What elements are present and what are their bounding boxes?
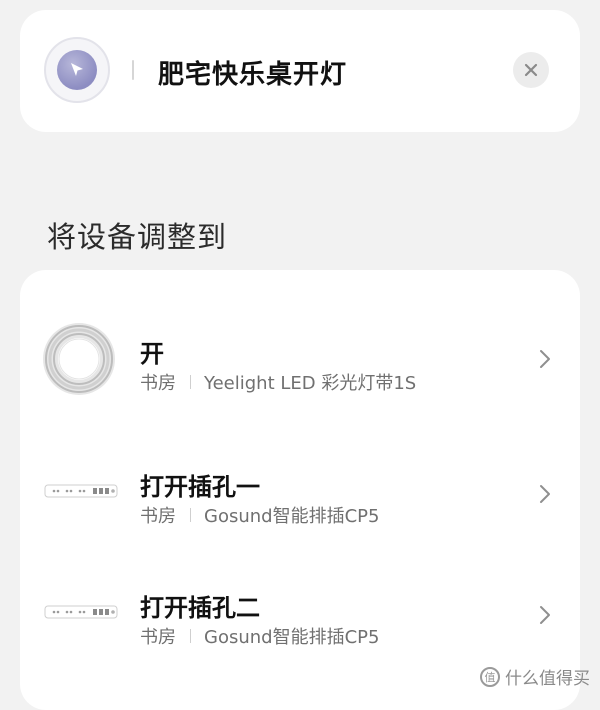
device-list-card: 开 书房 Yeelight LED 彩光灯带1S 打开插孔一 书房 Gosund… xyxy=(20,270,580,710)
power-strip-icon xyxy=(44,483,118,503)
device-meta: 书房 Gosund智能排插CP5 xyxy=(140,623,379,649)
chevron-right-icon xyxy=(538,348,552,374)
device-name: Gosund智能排插CP5 xyxy=(204,506,380,527)
chevron-right-icon xyxy=(538,604,552,630)
power-strip-icon xyxy=(44,604,118,624)
device-row-power-strip-2[interactable]: 打开插孔二 书房 Gosund智能排插CP5 xyxy=(20,566,580,666)
device-action: 打开插孔一 xyxy=(140,473,260,501)
device-name: Gosund智能排插CP5 xyxy=(204,627,380,648)
device-room: 书房 xyxy=(140,627,176,648)
device-room: 书房 xyxy=(140,506,176,527)
device-meta: 书房 Gosund智能排插CP5 xyxy=(140,502,379,528)
chevron-right-icon xyxy=(538,483,552,509)
led-strip-icon xyxy=(40,320,118,402)
cursor-arrow-icon xyxy=(57,50,97,90)
watermark-logo-icon: 值 xyxy=(480,666,500,687)
watermark: 值 什么值得买 xyxy=(480,664,590,689)
scene-title[interactable]: 肥宅快乐桌开灯 xyxy=(158,54,347,91)
device-meta: 书房 Yeelight LED 彩光灯带1S xyxy=(140,369,416,395)
title-divider xyxy=(132,60,134,80)
scene-icon[interactable] xyxy=(44,37,110,103)
section-heading: 将设备调整到 xyxy=(47,220,228,254)
close-icon xyxy=(524,63,538,77)
device-row-power-strip-1[interactable]: 打开插孔一 书房 Gosund智能排插CP5 xyxy=(20,445,580,545)
meta-divider xyxy=(190,629,191,643)
device-row-led-strip[interactable]: 开 书房 Yeelight LED 彩光灯带1S xyxy=(20,310,580,410)
device-name: Yeelight LED 彩光灯带1S xyxy=(204,373,417,394)
device-room: 书房 xyxy=(140,373,176,394)
close-button[interactable] xyxy=(513,52,549,88)
device-action: 开 xyxy=(140,340,164,368)
meta-divider xyxy=(190,508,191,522)
device-action: 打开插孔二 xyxy=(140,594,260,622)
watermark-text: 什么值得买 xyxy=(505,669,590,689)
meta-divider xyxy=(190,375,191,389)
